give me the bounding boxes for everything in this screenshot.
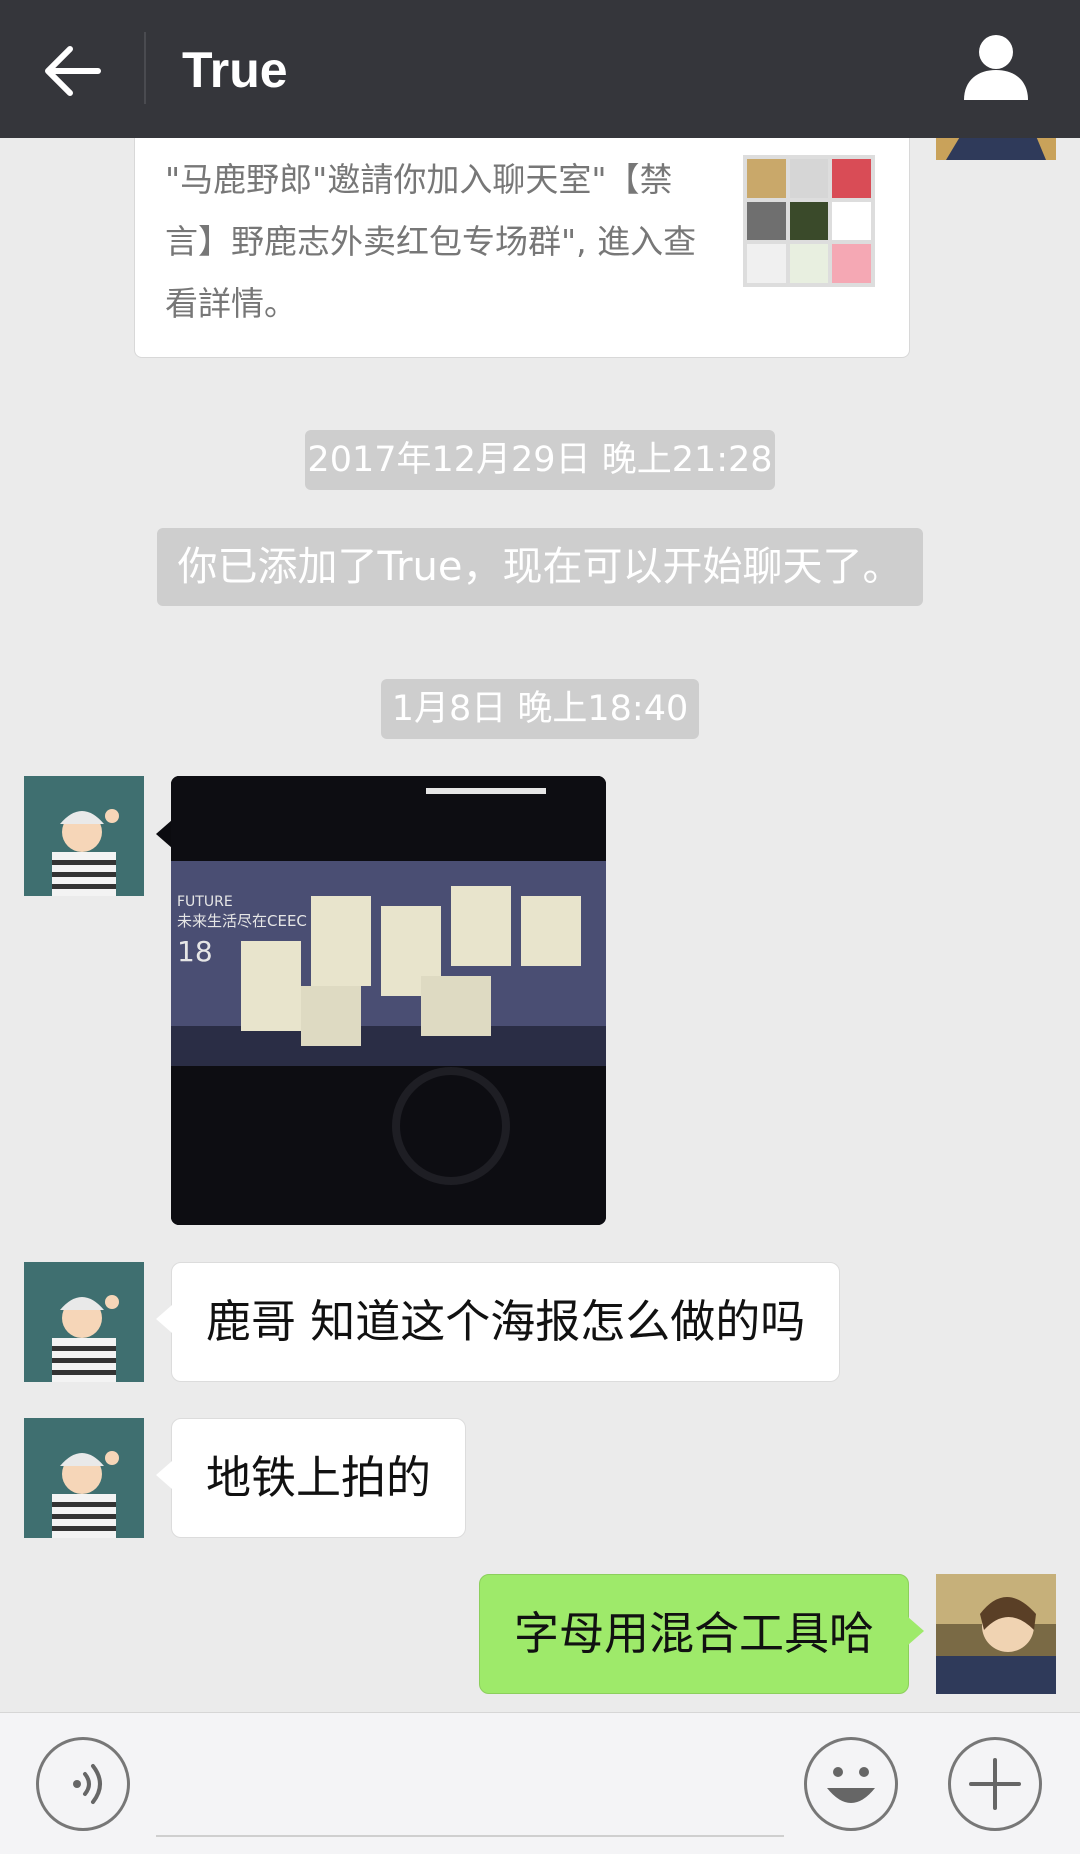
image-message[interactable]: FUTURE 未来生活尽在CEEC 18 bbox=[171, 776, 606, 1225]
bubble-tail bbox=[156, 820, 172, 848]
contact-avatar[interactable] bbox=[24, 1418, 144, 1538]
emoji-icon bbox=[827, 1767, 875, 1803]
back-button[interactable] bbox=[40, 36, 110, 106]
svg-text:未来生活尽在CEEC: 未来生活尽在CEEC bbox=[177, 912, 307, 930]
svg-text:18: 18 bbox=[177, 935, 213, 968]
arrow-left-icon bbox=[45, 46, 101, 96]
invite-text: "马鹿野郎"邀請你加入聊天室"【禁言】野鹿志外卖红包专场群", 進入查看詳情。 bbox=[165, 160, 697, 323]
contact-avatar[interactable] bbox=[24, 1262, 144, 1382]
input-bar bbox=[0, 1712, 1080, 1854]
contact-avatar[interactable] bbox=[24, 776, 144, 896]
group-avatar-grid bbox=[743, 155, 875, 287]
chat-info-button[interactable] bbox=[958, 30, 1034, 106]
plus-icon bbox=[969, 1758, 1021, 1810]
message-bubble[interactable]: 地铁上拍的 bbox=[155, 1418, 467, 1538]
group-invite-card[interactable]: "马鹿野郎"邀請你加入聊天室"【禁言】野鹿志外卖红包专场群", 進入查看詳情。 bbox=[134, 110, 910, 358]
system-message: 你已添加了True，现在可以开始聊天了。 bbox=[157, 528, 923, 606]
message-bubble[interactable]: 鹿哥 知道这个海报怎么做的吗 bbox=[155, 1262, 841, 1382]
emoji-button[interactable] bbox=[804, 1737, 898, 1831]
my-message-bubble[interactable]: 字母用混合工具哈 bbox=[478, 1574, 925, 1694]
svg-text:FUTURE: FUTURE bbox=[177, 894, 233, 910]
person-icon bbox=[964, 35, 1028, 100]
voice-icon bbox=[73, 1764, 102, 1804]
message-text: 地铁上拍的 bbox=[206, 1451, 432, 1504]
voice-button[interactable] bbox=[36, 1737, 130, 1831]
chat-title: True bbox=[182, 42, 288, 98]
message-input[interactable] bbox=[156, 1733, 784, 1837]
message-text: 字母用混合工具哈 bbox=[513, 1607, 874, 1660]
message-text: 鹿哥 知道这个海报怎么做的吗 bbox=[206, 1295, 806, 1348]
header-divider bbox=[144, 32, 146, 104]
timestamp: 1月8日 晚上18:40 bbox=[381, 679, 699, 739]
plus-button[interactable] bbox=[948, 1737, 1042, 1831]
my-avatar[interactable] bbox=[936, 1574, 1056, 1694]
chat-header: True bbox=[0, 0, 1080, 138]
timestamp: 2017年12月29日 晚上21:28 bbox=[305, 430, 775, 490]
poster-photo: FUTURE 未来生活尽在CEEC 18 bbox=[171, 776, 606, 1225]
